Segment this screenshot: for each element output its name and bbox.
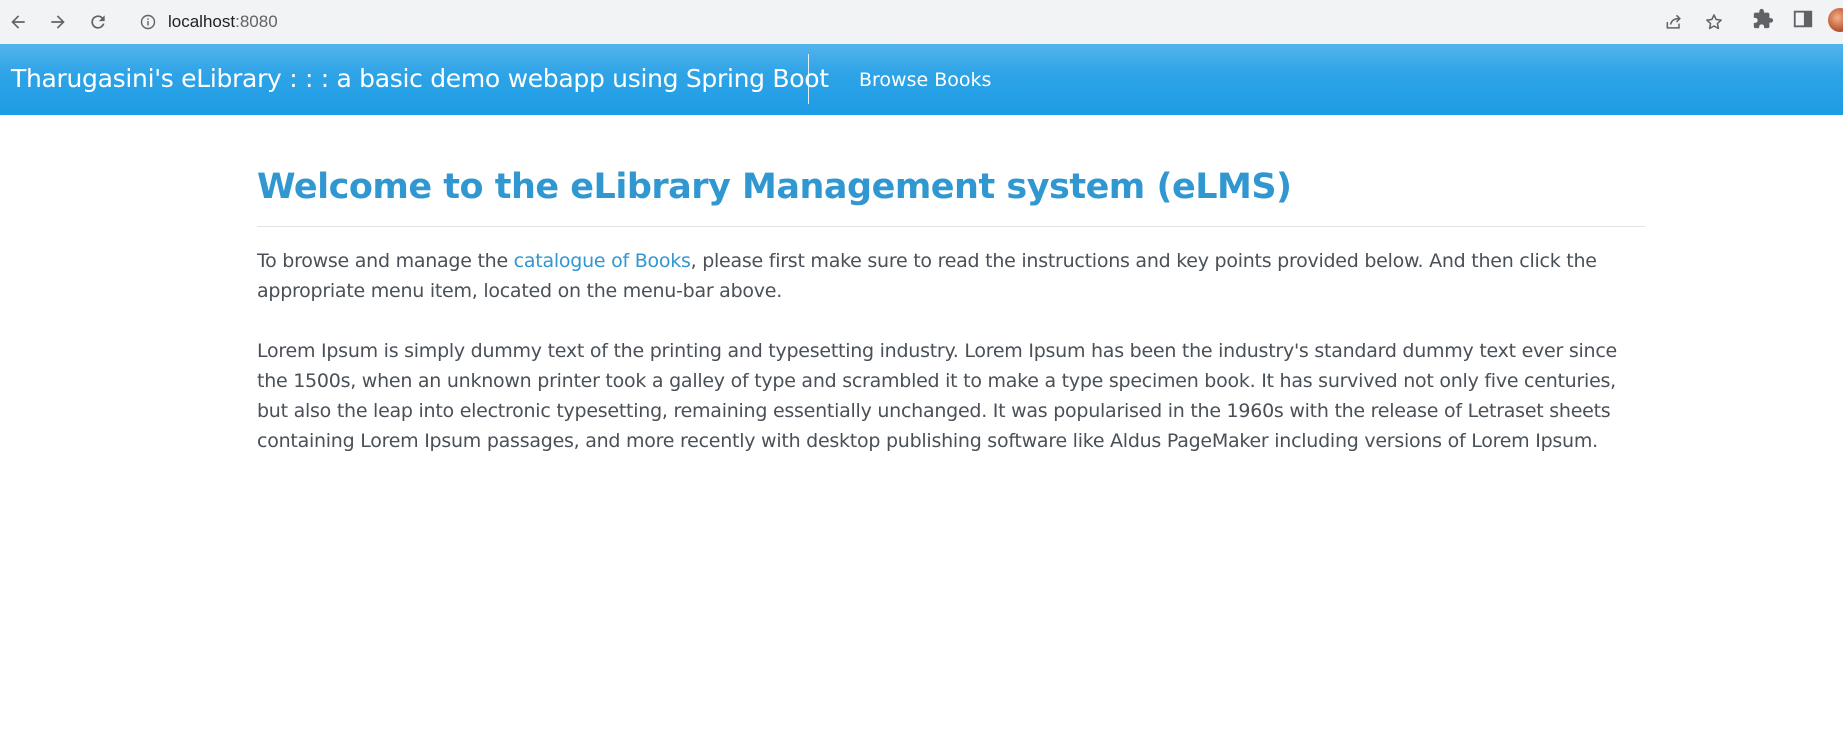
back-button[interactable] (2, 6, 34, 38)
lorem-paragraph: Lorem Ipsum is simply dummy text of the … (257, 340, 1617, 452)
intro-text-before: To browse and manage the (257, 250, 514, 272)
page-title: Welcome to the eLibrary Management syste… (257, 160, 1645, 227)
star-icon[interactable] (1704, 12, 1724, 32)
app-navbar: Tharugasini's eLibrary : : : a basic dem… (0, 44, 1843, 115)
avatar[interactable] (1828, 8, 1843, 32)
navbar-divider (808, 54, 809, 104)
share-icon[interactable] (1664, 12, 1684, 32)
reload-icon (91, 15, 105, 29)
forward-button[interactable] (42, 6, 74, 38)
info-icon[interactable] (140, 14, 156, 30)
intro-paragraph: To browse and manage the catalogue of Bo… (257, 246, 1645, 306)
nav-link-browse-books[interactable]: Browse Books (859, 69, 991, 91)
url-text: localhost:8080 (168, 12, 278, 32)
side-panel-icon[interactable] (1792, 8, 1814, 30)
arrow-right-icon (51, 15, 65, 29)
url-port: :8080 (235, 12, 278, 31)
catalogue-of-books-link[interactable]: catalogue of Books (514, 250, 691, 272)
reload-button[interactable] (82, 6, 114, 38)
browser-toolbar: localhost:8080 (0, 0, 1843, 44)
brand-title[interactable]: Tharugasini's eLibrary : : : a basic dem… (11, 64, 829, 93)
puzzle-icon[interactable] (1752, 8, 1774, 30)
address-bar[interactable]: localhost:8080 (126, 4, 1734, 40)
main-content: Welcome to the eLibrary Management syste… (257, 160, 1645, 456)
url-host: localhost (168, 12, 236, 31)
arrow-left-icon (11, 15, 25, 29)
